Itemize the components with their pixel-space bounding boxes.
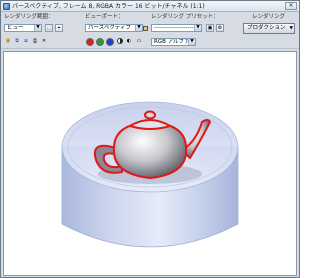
render-preset-dropdown[interactable]: -------------------- ▼: [151, 24, 202, 32]
copy-icon: ⧉: [15, 38, 19, 44]
print-image-button[interactable]: ⎙: [31, 38, 39, 46]
channel-box-icon: ▭: [136, 38, 142, 44]
print-icon: ⎙: [32, 38, 37, 44]
render-frame-window: パースペクティブ, フレーム 8, RGBA カラー 16 ビット/チャネル (…: [0, 0, 300, 278]
blue-channel-toggle[interactable]: [106, 38, 114, 46]
save-preset-button[interactable]: ▣: [206, 24, 214, 32]
save-icon: ▣: [207, 25, 213, 31]
production-value: プロダクション: [247, 25, 286, 31]
chevron-down-icon: ▼: [188, 39, 195, 45]
save-image-icon: ▣: [5, 38, 11, 44]
app-icon: [3, 3, 10, 10]
monochrome-toggle[interactable]: ◐: [125, 38, 133, 46]
render-region-dropdown[interactable]: ビュー ▼: [4, 24, 42, 32]
render-preset-value: --------------------: [154, 25, 194, 31]
render-region-value: ビュー: [7, 25, 24, 31]
lock-icon: [142, 26, 148, 31]
viewport-label: ビューポート：: [85, 14, 124, 20]
alpha-channel-toggle[interactable]: [116, 38, 124, 46]
channel-value: RGB アルファ: [154, 39, 190, 45]
mono-icon: ◐: [126, 38, 132, 44]
channel-dropdown[interactable]: RGB アルファ ▼: [151, 38, 196, 46]
chevron-down-icon: ▼: [34, 25, 41, 31]
chevron-down-icon: ▼: [194, 25, 201, 31]
alpha-icon: [117, 38, 123, 44]
clone-icon: ⧈: [24, 38, 28, 44]
render-viewport: [3, 51, 297, 276]
red-channel-toggle[interactable]: [86, 38, 94, 46]
green-channel-toggle[interactable]: [96, 38, 104, 46]
close-button[interactable]: ✕: [285, 2, 297, 10]
window-title: パースペクティブ, フレーム 8, RGBA カラー 16 ビット/チャネル (…: [12, 3, 205, 10]
render-mode-dropdown[interactable]: プロダクション ▼: [243, 23, 295, 34]
clone-frame-button[interactable]: ⧈: [22, 38, 30, 46]
edit-region-button[interactable]: ⬚: [45, 24, 53, 32]
copy-image-button[interactable]: ⧉: [13, 38, 21, 46]
toolbar-separator: [1, 48, 299, 49]
title-bar: パースペクティブ, フレーム 8, RGBA カラー 16 ビット/チャネル (…: [1, 1, 299, 12]
clear-icon: ✕: [41, 38, 47, 44]
render-setup-button[interactable]: ⚙: [216, 24, 224, 32]
region-edit-icon: ⬚: [46, 25, 52, 31]
viewport-value: パースペクティブ: [88, 25, 132, 31]
viewport-dropdown[interactable]: パースペクティブ ▼: [85, 24, 143, 32]
clear-button[interactable]: ✕: [40, 38, 48, 46]
render-preset-label: レンダリング プリセット：: [151, 14, 219, 20]
render-region-label: レンダリング範囲：: [4, 14, 54, 20]
viewport-lock-button[interactable]: [141, 24, 149, 32]
chevron-down-icon: ▼: [289, 26, 293, 31]
rendering-label: レンダリング: [252, 14, 286, 20]
save-image-button[interactable]: ▣: [4, 38, 12, 46]
auto-region-button[interactable]: ⌖: [55, 24, 63, 32]
rendered-image: [61, 101, 239, 248]
region-target-icon: ⌖: [57, 25, 61, 31]
gear-icon: ⚙: [217, 25, 223, 31]
channel-display-button[interactable]: ▭: [135, 38, 143, 46]
